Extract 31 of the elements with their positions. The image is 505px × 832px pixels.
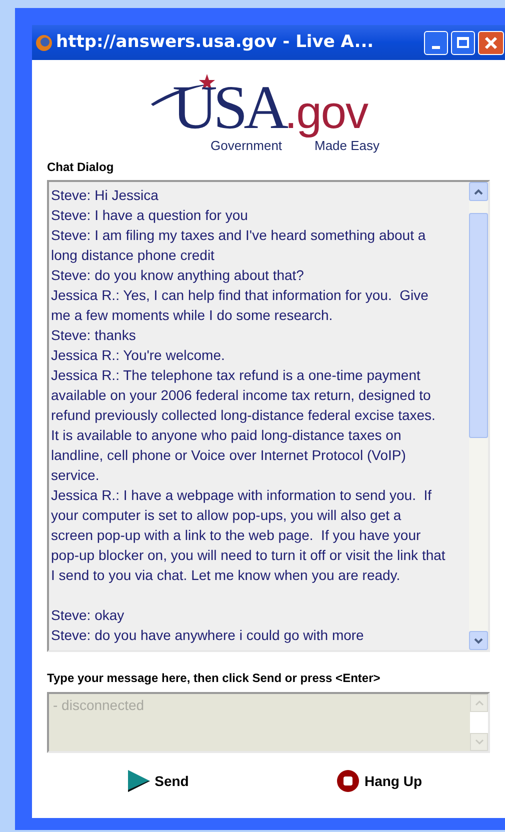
chat-message: Jessica R.: You're welcome. xyxy=(51,346,226,365)
chat-message: Steve: Hi Jessica xyxy=(51,186,160,205)
close-button[interactable] xyxy=(478,30,504,54)
play-icon xyxy=(126,769,151,793)
input-label: Type your message here, then click Send or press <Enter> xyxy=(47,670,382,687)
hang-up-button[interactable]: Hang Up xyxy=(336,769,422,793)
chat-message: Steve: I am filing my taxes and I've heard something about a long distance phone credit xyxy=(51,226,427,265)
stop-icon xyxy=(336,769,360,793)
scroll-thumb[interactable] xyxy=(469,213,488,438)
caret-down-icon xyxy=(474,638,483,644)
chat-message: Jessica R.: Yes, I can help find that information for you. Give me a few moments while I do some research. xyxy=(51,286,430,325)
window-title: http://answers.usa.gov - Live A... xyxy=(56,30,374,54)
chat-message: Steve: do you have anywhere i could go with more xyxy=(51,626,365,645)
chat-message: Steve: I have a question for you xyxy=(51,206,249,225)
section-label: Chat Dialog xyxy=(47,159,115,176)
scroll-up-button[interactable] xyxy=(469,182,488,201)
scroll-up-icon xyxy=(470,694,488,712)
maximize-button[interactable] xyxy=(451,30,475,54)
chat-message: Steve: do you know anything about that? xyxy=(51,266,305,285)
caret-up-icon xyxy=(474,188,483,194)
scroll-down-icon xyxy=(470,733,488,751)
chat-message: Jessica R.: I have a webpage with information to send you. If your computer is set to allow pop-ups, you will also get a screen pop-up with a link to the web page. If you have your pop-up blocker on, you will need to turn it off or visit the link that I send to you via chat. Let me know when you are ready. xyxy=(51,486,446,585)
scroll-down-button[interactable] xyxy=(469,631,488,650)
minimize-button[interactable] xyxy=(424,30,448,54)
chat-message: Steve: thanks xyxy=(51,326,137,345)
close-icon xyxy=(484,36,498,50)
logo: USA.gov Government Made Easy xyxy=(148,72,388,154)
chat-message: Jessica R.: The telephone tax refund is a one-time payment available on your 2006 federal income tax return, designed to refund previously collected long-distance federal excise taxes. It is available to anyone who paid long-distance taxes on landline, cell phone or Voice over Internet Protocol (VoIP) service. xyxy=(51,366,436,485)
send-button[interactable]: Send xyxy=(126,769,189,793)
chat-message: Steve: okay xyxy=(51,606,126,625)
globe-icon xyxy=(35,34,53,52)
